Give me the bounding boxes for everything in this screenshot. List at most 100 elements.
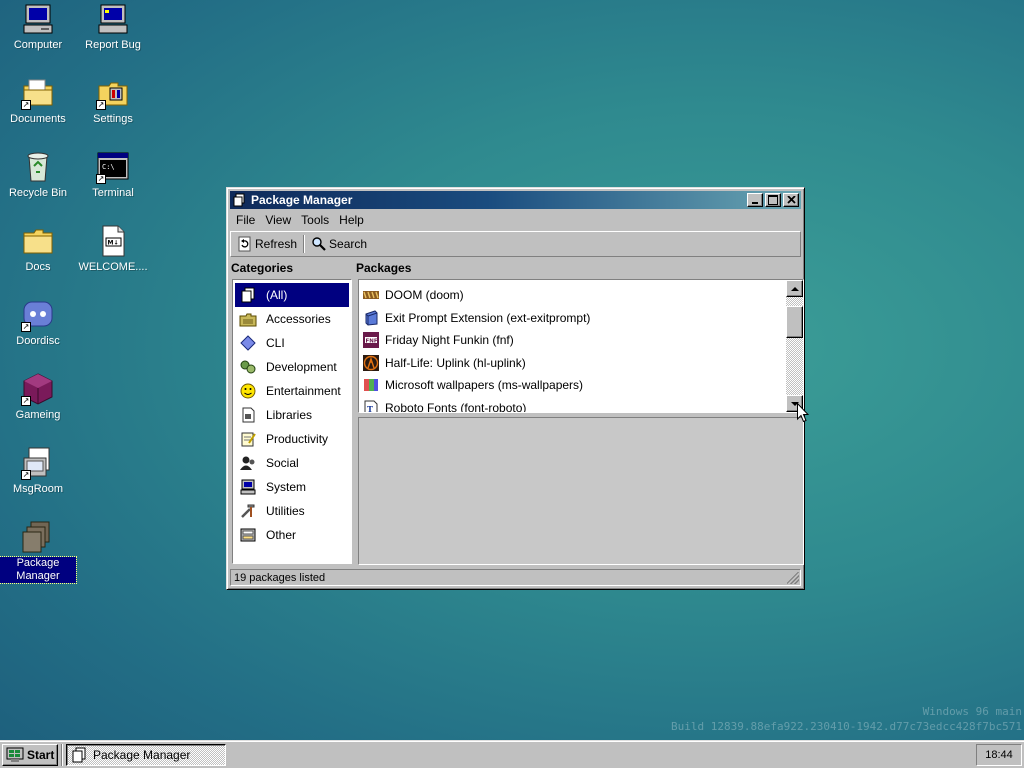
refresh-icon: [238, 236, 251, 252]
category-system[interactable]: System: [235, 475, 349, 499]
system-tray-clock[interactable]: 18:44: [976, 744, 1022, 766]
desktop-icon-settings[interactable]: ↗ Settings: [75, 76, 151, 126]
category-entertainment[interactable]: Entertainment: [235, 379, 349, 403]
desktop-icon-label: Documents: [10, 113, 66, 125]
all-icon: [239, 287, 257, 303]
refresh-button[interactable]: Refresh: [234, 234, 300, 254]
desktop-icon-welcome[interactable]: M↓ WELCOME....: [75, 224, 151, 274]
accessories-icon: [239, 311, 257, 327]
category-label: Development: [266, 360, 337, 374]
resize-grip-icon[interactable]: [787, 572, 799, 584]
category-label: Utilities: [266, 504, 305, 518]
desktop-icon-label: Terminal: [92, 187, 134, 199]
svg-text:FNF: FNF: [366, 339, 378, 345]
desktop-icon-docs[interactable]: Docs: [0, 224, 76, 274]
category-development[interactable]: Development: [235, 355, 349, 379]
category-label: Libraries: [266, 408, 313, 422]
scroll-up-button[interactable]: [786, 280, 803, 297]
package-manager-icon: [233, 193, 245, 207]
taskbar-item-package-manager[interactable]: Package Manager: [66, 743, 226, 766]
package-item[interactable]: Half-Life: Uplink (hl-uplink): [361, 352, 785, 375]
desktop-icon-label: Report Bug: [85, 39, 141, 51]
category-libraries[interactable]: Libraries: [235, 403, 349, 427]
taskbar: Start Package Manager 18:44: [0, 740, 1024, 768]
category-label: Other: [266, 528, 297, 542]
desktop-icon-recycle-bin[interactable]: Recycle Bin: [0, 150, 76, 200]
categories-list: (All) Accessories CLI Development Entert…: [232, 279, 352, 564]
scroll-thumb[interactable]: [786, 306, 803, 338]
wallpapers-icon: [364, 379, 378, 392]
desktop-icon-doordisc[interactable]: ↗ Doordisc: [0, 298, 76, 348]
category-cli[interactable]: CLI: [235, 331, 349, 355]
start-logo-icon: [6, 747, 24, 762]
menu-bar: File View Tools Help: [230, 210, 801, 230]
package-item[interactable]: Microsoft wallpapers (ms-wallpapers): [361, 374, 785, 397]
content-area: Categories Packages (All) Accessories CL…: [230, 259, 804, 565]
package-item[interactable]: DOOM (doom): [361, 284, 785, 307]
package-item[interactable]: T Roboto Fonts (font-roboto): [361, 397, 785, 413]
desktop-icon-msgroom[interactable]: ↗ MsgRoom: [0, 446, 76, 496]
svg-text:C:\: C:\: [102, 163, 115, 171]
documents-folder-icon: ↗: [21, 76, 55, 110]
package-item[interactable]: Exit Prompt Extension (ext-exitprompt): [361, 307, 785, 330]
menu-file[interactable]: File: [232, 211, 261, 229]
productivity-icon: [239, 431, 257, 447]
arrow-up-icon: [790, 286, 799, 291]
entertainment-icon: [239, 383, 257, 399]
markdown-file-icon: M↓: [96, 224, 130, 258]
font-icon: T: [364, 400, 378, 413]
category-accessories[interactable]: Accessories: [235, 307, 349, 331]
desktop-icon-label: Recycle Bin: [8, 187, 68, 199]
clock-text: 18:44: [985, 749, 1013, 761]
category-label: Productivity: [266, 432, 329, 446]
category-utilities[interactable]: Utilities: [235, 499, 349, 523]
desktop-icon-label: Gameing: [15, 409, 61, 421]
desktop-icon-computer[interactable]: Computer: [0, 2, 76, 52]
menu-tools[interactable]: Tools: [297, 211, 335, 229]
menu-help[interactable]: Help: [335, 211, 370, 229]
package-details-pane: [358, 417, 804, 565]
packages-list-items: DOOM (doom) Exit Prompt Extension (ext-e…: [361, 280, 785, 413]
window-titlebar[interactable]: Package Manager: [230, 191, 801, 209]
taskbar-item-label: Package Manager: [93, 747, 191, 762]
doordisc-icon: ↗: [21, 298, 55, 332]
desktop-icon-gameing[interactable]: ↗ Gameing: [0, 372, 76, 422]
minimize-button[interactable]: [747, 193, 763, 207]
recycle-bin-icon: [21, 150, 55, 184]
maximize-button[interactable]: [765, 193, 781, 207]
start-button[interactable]: Start: [2, 743, 58, 766]
doom-icon: [363, 291, 379, 300]
package-label: Friday Night Funkin (fnf): [385, 333, 514, 348]
close-button[interactable]: [783, 193, 799, 207]
desktop-icon-terminal[interactable]: C:\ ↗ Terminal: [75, 150, 151, 200]
category-social[interactable]: Social: [235, 451, 349, 475]
desktop-icon-label: Settings: [93, 113, 133, 125]
package-item[interactable]: FNF Friday Night Funkin (fnf): [361, 329, 785, 352]
svg-text:T: T: [367, 404, 373, 413]
shortcut-arrow-icon: ↗: [21, 470, 31, 480]
desktop-icon-label: WELCOME....: [78, 261, 148, 273]
category-all[interactable]: (All): [235, 283, 349, 307]
system-icon: [239, 479, 257, 495]
package-label: Half-Life: Uplink (hl-uplink): [385, 355, 526, 370]
watermark-line-2: Build 12839.88efa922.230410-1942.d77c73e…: [671, 720, 1022, 733]
social-icon: [239, 455, 257, 471]
package-manager-icon: [21, 520, 55, 554]
desktop-icon-package-manager[interactable]: Package Manager: [0, 520, 77, 584]
desktop-icon-documents[interactable]: ↗ Documents: [0, 76, 76, 126]
menu-view[interactable]: View: [261, 211, 297, 229]
half-life-icon: [363, 354, 379, 371]
window-title: Package Manager: [251, 193, 353, 207]
desktop-icon-report-bug[interactable]: Report Bug: [75, 2, 151, 52]
packages-scrollbar[interactable]: [786, 280, 803, 412]
shortcut-arrow-icon: ↗: [21, 396, 31, 406]
toolbar: Refresh Search: [230, 231, 801, 257]
package-label: Roboto Fonts (font-roboto): [385, 400, 527, 413]
category-productivity[interactable]: Productivity: [235, 427, 349, 451]
search-button[interactable]: Search: [308, 234, 370, 254]
shortcut-arrow-icon: ↗: [21, 322, 31, 332]
watermark-line-1: Windows 96 main: [922, 705, 1022, 718]
mouse-cursor-icon: [797, 403, 809, 423]
category-label: Entertainment: [266, 384, 341, 398]
category-other[interactable]: Other: [235, 523, 349, 547]
